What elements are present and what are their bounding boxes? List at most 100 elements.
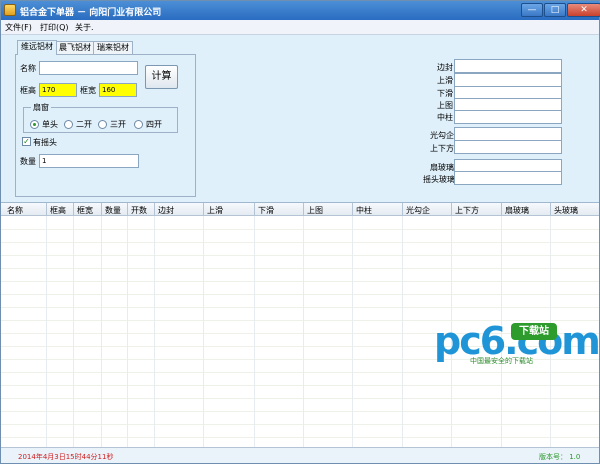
calculate-button[interactable]: 计算 bbox=[145, 65, 178, 89]
watermark-tagline: 中国最安全的下载站 bbox=[470, 357, 533, 365]
title-bar[interactable]: 铝合金下单器 － 向阳门业有限公司 — □ ✕ bbox=[1, 1, 600, 20]
minimize-button[interactable]: — bbox=[521, 3, 543, 17]
top-bottom-input[interactable] bbox=[454, 140, 562, 154]
radio-single-label: 单头 bbox=[42, 120, 58, 129]
app-icon bbox=[4, 4, 16, 16]
menu-about[interactable]: 关于. bbox=[75, 22, 94, 33]
row-divider bbox=[1, 437, 599, 438]
column-header-top-frame[interactable]: 上图 bbox=[307, 205, 323, 216]
tab-chenfei[interactable]: 晨飞铝材 bbox=[55, 41, 95, 54]
tab-ruilai[interactable]: 瑞来铝材 bbox=[93, 41, 133, 54]
column-divider bbox=[46, 203, 47, 447]
hook-label: 光勾企 bbox=[430, 131, 454, 140]
row-divider bbox=[1, 242, 599, 243]
bottom-slide-label: 下滑 bbox=[437, 89, 453, 98]
radio-three-label: 三开 bbox=[110, 120, 126, 129]
top-bottom-label: 上下方 bbox=[430, 144, 454, 153]
watermark-badge: 下载站 bbox=[511, 323, 557, 340]
row-divider bbox=[1, 268, 599, 269]
header-divider bbox=[154, 203, 155, 216]
column-divider bbox=[101, 203, 102, 447]
row-divider bbox=[1, 255, 599, 256]
quantity-label: 数量 bbox=[20, 157, 36, 166]
row-divider bbox=[1, 385, 599, 386]
column-divider bbox=[203, 203, 204, 447]
swing-head-checkbox[interactable]: ✓ bbox=[22, 137, 31, 146]
radio-four-label: 四开 bbox=[146, 120, 162, 129]
column-header-bottom-slide[interactable]: 下滑 bbox=[258, 205, 274, 216]
tab-weiyuan[interactable]: 维远铝材 bbox=[17, 40, 57, 55]
name-input[interactable] bbox=[39, 61, 138, 75]
row-divider bbox=[1, 294, 599, 295]
header-divider bbox=[73, 203, 74, 216]
name-label: 名称 bbox=[20, 64, 36, 73]
frame-width-label: 框宽 bbox=[80, 86, 96, 95]
form-area: 维远铝材 晨飞铝材 瑞来铝材 名称 框高 170 框宽 160 计算 扇窗 单头… bbox=[1, 35, 599, 203]
frame-width-input[interactable]: 160 bbox=[99, 83, 137, 97]
header-divider bbox=[254, 203, 255, 216]
header-divider bbox=[451, 203, 452, 216]
close-button[interactable]: ✕ bbox=[567, 3, 600, 17]
row-divider bbox=[1, 229, 599, 230]
column-divider bbox=[73, 203, 74, 447]
header-divider bbox=[203, 203, 204, 216]
radio-two-label: 二开 bbox=[76, 120, 92, 129]
column-divider bbox=[402, 203, 403, 447]
column-divider bbox=[154, 203, 155, 447]
maximize-button[interactable]: □ bbox=[544, 3, 566, 17]
row-divider bbox=[1, 307, 599, 308]
sash-glass-label: 扇玻璃 bbox=[430, 163, 454, 172]
side-seal-input[interactable] bbox=[454, 59, 562, 73]
row-divider bbox=[1, 424, 599, 425]
column-header-openings[interactable]: 开数 bbox=[131, 205, 147, 216]
top-slide-label: 上滑 bbox=[437, 76, 453, 85]
column-header-name[interactable]: 名称 bbox=[7, 205, 23, 216]
sash-group-title: 扇窗 bbox=[31, 102, 51, 113]
column-header-frame-height[interactable]: 框高 bbox=[50, 205, 66, 216]
swing-glass-input[interactable] bbox=[454, 171, 562, 185]
menu-bar: 文件(F) 打印(Q) 关于. bbox=[1, 20, 599, 35]
column-header-side-seal[interactable]: 边封 bbox=[158, 205, 174, 216]
header-divider bbox=[501, 203, 502, 216]
top-slide-input[interactable] bbox=[454, 73, 562, 87]
header-divider bbox=[352, 203, 353, 216]
column-header-frame-width[interactable]: 框宽 bbox=[77, 205, 93, 216]
column-header-top-bottom[interactable]: 上下方 bbox=[455, 205, 479, 216]
hook-input[interactable] bbox=[454, 127, 562, 141]
column-header-mullion[interactable]: 中柱 bbox=[356, 205, 372, 216]
radio-two[interactable] bbox=[64, 120, 73, 129]
column-header-top-slide[interactable]: 上滑 bbox=[207, 205, 223, 216]
column-header-sash-glass[interactable]: 扇玻璃 bbox=[505, 205, 529, 216]
row-divider bbox=[1, 398, 599, 399]
quantity-input[interactable]: 1 bbox=[39, 154, 139, 168]
row-divider bbox=[1, 281, 599, 282]
column-header-hook[interactable]: 光勾企 bbox=[406, 205, 430, 216]
row-divider bbox=[1, 411, 599, 412]
header-divider bbox=[550, 203, 551, 216]
header-divider bbox=[46, 203, 47, 216]
radio-three[interactable] bbox=[98, 120, 107, 129]
menu-print[interactable]: 打印(Q) bbox=[40, 22, 69, 33]
table-header: 名称 框高 框宽 数量 开数 边封 上滑 下滑 上图 中柱 光勾企 上下方 扇玻… bbox=[1, 203, 599, 216]
menu-file[interactable]: 文件(F) bbox=[5, 22, 32, 33]
swing-head-label: 有摇头 bbox=[33, 138, 57, 147]
column-divider bbox=[254, 203, 255, 447]
radio-single[interactable] bbox=[30, 120, 39, 129]
side-seal-label: 边封 bbox=[437, 63, 453, 72]
header-divider bbox=[127, 203, 128, 216]
status-datetime: 2014年4月3日15时44分11秒 bbox=[18, 453, 114, 461]
top-frame-label: 上图 bbox=[437, 101, 453, 110]
mullion-input[interactable] bbox=[454, 110, 562, 124]
header-divider bbox=[402, 203, 403, 216]
frame-height-input[interactable]: 170 bbox=[39, 83, 77, 97]
column-header-head-glass[interactable]: 头玻璃 bbox=[554, 205, 578, 216]
column-divider bbox=[303, 203, 304, 447]
column-header-quantity[interactable]: 数量 bbox=[105, 205, 121, 216]
minimize-icon: — bbox=[527, 5, 537, 15]
column-divider bbox=[352, 203, 353, 447]
row-divider bbox=[1, 372, 599, 373]
radio-four[interactable] bbox=[134, 120, 143, 129]
sash-groupbox: 扇窗 单头 二开 三开 四开 bbox=[23, 102, 178, 133]
header-divider bbox=[303, 203, 304, 216]
tab-panel: 名称 框高 170 框宽 160 计算 扇窗 单头 二开 三开 四开 ✓ 有摇头… bbox=[15, 54, 196, 197]
